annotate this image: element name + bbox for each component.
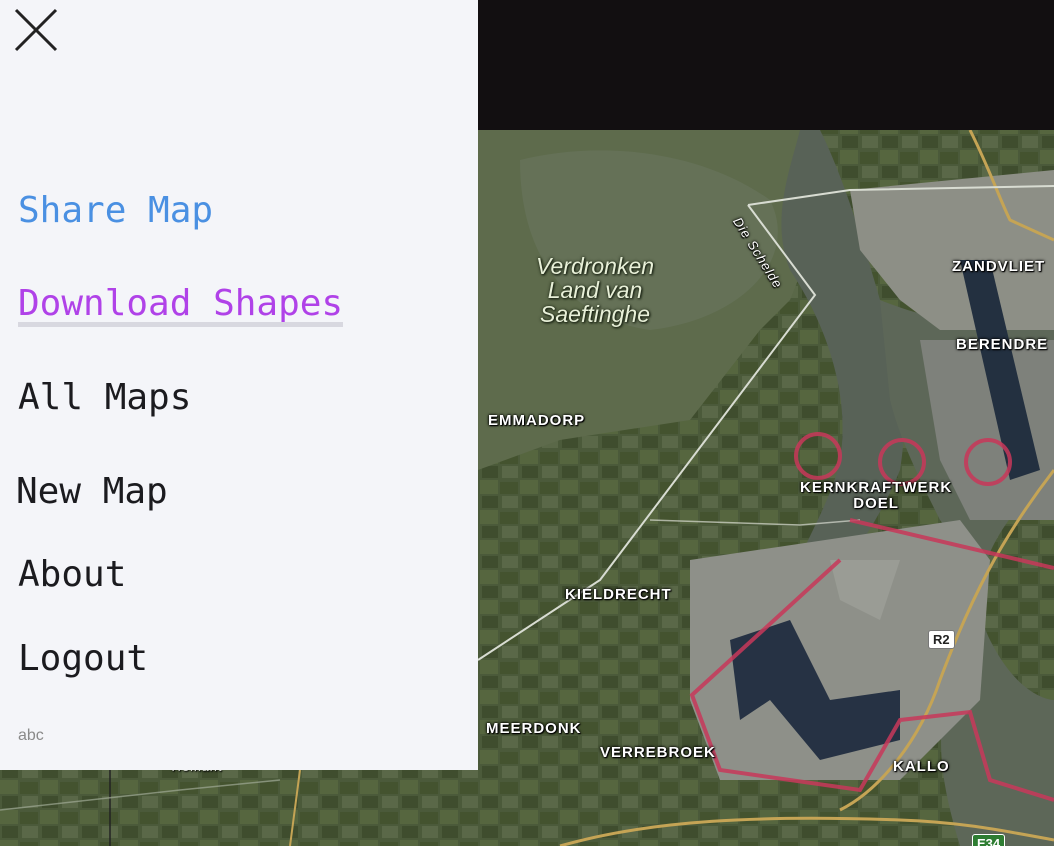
map-label-verdronken: Verdronken Land van Saeftinghe	[536, 253, 655, 328]
map-label-meerdonk: MEERDONK	[486, 720, 582, 737]
menu-item-about[interactable]: About	[18, 554, 126, 595]
download-shapes-underline	[18, 322, 343, 327]
road-badge-e34: E34	[972, 834, 1006, 846]
map-label-kerncentrale: KERNKRAFTWERK DOEL	[800, 479, 953, 512]
version-text: abc	[18, 727, 44, 744]
menu-item-share-map[interactable]: Share Map	[18, 190, 213, 231]
map-label-verrebroek: VERREBROEK	[600, 744, 716, 761]
close-icon	[14, 8, 58, 52]
menu-item-new-map[interactable]: New Map	[16, 471, 168, 512]
menu-item-download-shapes[interactable]: Download Shapes	[18, 283, 343, 324]
map-label-kallo: KALLO	[893, 758, 950, 775]
menu-item-logout[interactable]: Logout	[18, 638, 148, 679]
map-label-berendrecht: BERENDRE	[956, 336, 1049, 353]
map-label-emmadorp: EMMADORP	[488, 412, 586, 429]
map-top-bar	[478, 0, 1054, 130]
menu-item-all-maps[interactable]: All Maps	[18, 377, 191, 418]
close-menu-button[interactable]	[14, 8, 58, 52]
map-label-zandvliet: ZANDVLIET	[952, 258, 1046, 275]
road-badge-r2: R2	[928, 630, 955, 649]
side-menu: Share Map Download Shapes All Maps New M…	[0, 0, 478, 770]
map-label-kieldrecht: KIELDRECHT	[565, 586, 672, 603]
